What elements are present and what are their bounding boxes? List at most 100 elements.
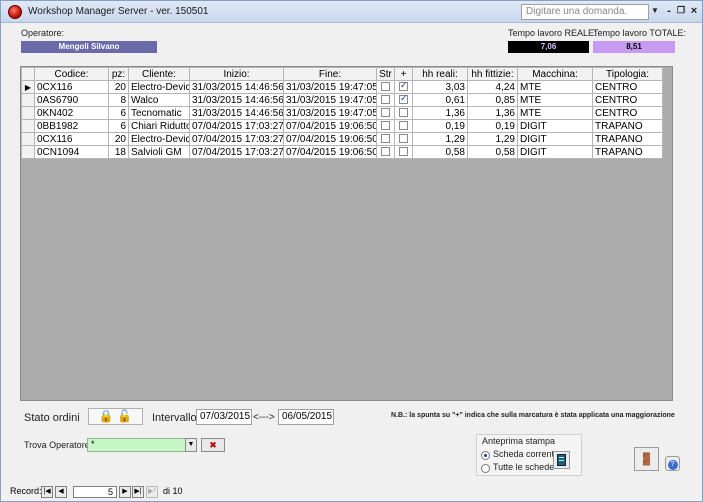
column-header[interactable]: Inizio: (189, 67, 284, 81)
cell-tipologia[interactable]: CENTRO (592, 80, 663, 94)
column-header[interactable]: Tipologia: (592, 67, 663, 81)
table-row[interactable]: 0CN1094 18 Salvioli GM 07/04/2015 17:03:27 0… (21, 145, 663, 159)
date-to-input[interactable]: 06/05/2015 (278, 409, 334, 425)
cell-macchina[interactable]: MTE (517, 106, 593, 120)
str-checkbox[interactable] (381, 95, 390, 105)
column-header[interactable]: hh reali: (412, 67, 468, 81)
cell-inizio[interactable]: 07/04/2015 17:03:27 (189, 119, 284, 133)
plus-checkbox[interactable] (399, 147, 408, 157)
record-number-input[interactable]: 5 (73, 486, 117, 498)
cell-tipologia[interactable]: TRAPANO (592, 145, 663, 159)
cell-hh-reali[interactable]: 3,03 (412, 80, 468, 94)
plus-checkbox[interactable] (399, 82, 408, 92)
cell-inizio[interactable]: 07/04/2015 17:03:27 (189, 145, 284, 159)
column-header[interactable]: pz: (108, 67, 129, 81)
str-checkbox[interactable] (381, 82, 390, 92)
minimize-button[interactable]: - (663, 5, 675, 17)
cell-cliente[interactable]: Salvioli GM (128, 145, 190, 159)
column-header[interactable]: Codice: (34, 67, 109, 81)
cell-inizio[interactable]: 31/03/2015 14:46:56 (189, 80, 284, 94)
date-from-input[interactable]: 07/03/2015 (196, 409, 252, 425)
cell-pz[interactable]: 18 (108, 145, 129, 159)
cell-hh-fittizie[interactable]: 0,58 (467, 145, 518, 159)
plus-checkbox[interactable] (399, 108, 408, 118)
row-selector[interactable] (21, 106, 35, 120)
cell-tipologia[interactable]: CENTRO (592, 106, 663, 120)
clear-filter-button[interactable]: ✖ (201, 438, 225, 452)
cell-cliente[interactable]: Tecnomatic (128, 106, 190, 120)
cell-fine[interactable]: 31/03/2015 19:47:05 (283, 93, 377, 107)
cell-hh-fittizie[interactable]: 1,29 (467, 132, 518, 146)
next-record-button[interactable]: ▶ (119, 486, 131, 498)
cell-tipologia[interactable]: TRAPANO (592, 132, 663, 146)
cell-macchina[interactable]: DIGIT (517, 119, 593, 133)
app-icon[interactable] (8, 5, 22, 19)
column-header[interactable]: hh fittizie: (467, 67, 518, 81)
ask-question-input[interactable]: Digitare una domanda. (521, 4, 649, 20)
column-header[interactable]: Cliente: (128, 67, 190, 81)
cell-tipologia[interactable]: CENTRO (592, 93, 663, 107)
str-checkbox[interactable] (381, 134, 390, 144)
table-row[interactable]: ▶0CX11620Electro-Device31/03/2015 14:46:… (21, 80, 663, 94)
cell-macchina[interactable]: DIGIT (517, 132, 593, 146)
table-row[interactable]: 0KN402 6 Tecnomatic 31/03/2015 14:46:56 31/0… (21, 106, 663, 120)
cell-hh-reali[interactable]: 0,19 (412, 119, 468, 133)
cell-fine[interactable]: 07/04/2015 19:06:50 (283, 119, 377, 133)
cell-fine[interactable]: 07/04/2015 19:06:50 (283, 145, 377, 159)
cell-codice[interactable]: 0KN402 (34, 106, 109, 120)
cell-codice[interactable]: 0CX116 (34, 132, 109, 146)
new-record-button[interactable]: ▶* (146, 486, 158, 498)
plus-checkbox[interactable] (399, 121, 408, 131)
row-selector[interactable] (21, 119, 35, 133)
help-button[interactable]: ? (665, 456, 680, 471)
cell-fine[interactable]: 31/03/2015 19:47:05 (283, 106, 377, 120)
column-header[interactable]: Macchina: (517, 67, 593, 81)
print-preview-button[interactable] (553, 451, 570, 469)
column-header[interactable]: Fine: (283, 67, 377, 81)
trova-operatore-input[interactable]: * (87, 438, 186, 452)
cell-pz[interactable]: 8 (108, 93, 129, 107)
prev-record-button[interactable]: ◀ (55, 486, 67, 498)
chevron-down-icon[interactable]: ▼ (651, 6, 659, 15)
cell-hh-reali[interactable]: 0,58 (412, 145, 468, 159)
cell-codice[interactable]: 0AS6790 (34, 93, 109, 107)
stato-ordini-toggle[interactable]: 🔒 🔓 (88, 408, 143, 425)
cell-cliente[interactable]: Electro-Device (128, 80, 190, 94)
exit-button[interactable]: 🚪 (634, 447, 659, 471)
cell-codice[interactable]: 0CX116 (34, 80, 109, 94)
row-selector[interactable] (21, 132, 35, 146)
cell-macchina[interactable]: MTE (517, 80, 593, 94)
cell-pz[interactable]: 6 (108, 106, 129, 120)
cell-hh-fittizie[interactable]: 0,19 (467, 119, 518, 133)
cell-pz[interactable]: 20 (108, 80, 129, 94)
str-checkbox[interactable] (381, 147, 390, 157)
plus-checkbox[interactable] (399, 134, 408, 144)
cell-pz[interactable]: 20 (108, 132, 129, 146)
cell-hh-fittizie[interactable]: 0,85 (467, 93, 518, 107)
cell-fine[interactable]: 31/03/2015 19:47:05 (283, 80, 377, 94)
cell-tipologia[interactable]: TRAPANO (592, 119, 663, 133)
table-row[interactable]: 0CX11620Electro-Device07/04/2015 17:03:2… (21, 132, 663, 146)
row-selector[interactable]: ▶ (21, 80, 35, 94)
cell-hh-reali[interactable]: 1,29 (412, 132, 468, 146)
cell-cliente[interactable]: Electro-Device (128, 132, 190, 146)
table-row[interactable]: 0AS6790 8 Walco 31/03/2015 14:46:56 31/03/20… (21, 93, 663, 107)
cell-hh-reali[interactable]: 0,61 (412, 93, 468, 107)
cell-pz[interactable]: 6 (108, 119, 129, 133)
last-record-button[interactable]: ▶| (132, 486, 144, 498)
cell-inizio[interactable]: 31/03/2015 14:46:56 (189, 93, 284, 107)
cell-fine[interactable]: 07/04/2015 19:06:50 (283, 132, 377, 146)
radio-scheda-corrente[interactable] (481, 449, 490, 461)
row-selector[interactable] (21, 93, 35, 107)
cell-codice[interactable]: 0BB1982 (34, 119, 109, 133)
close-button[interactable]: × (688, 5, 700, 17)
cell-inizio[interactable]: 31/03/2015 14:46:56 (189, 106, 284, 120)
column-header[interactable]: + (394, 67, 413, 81)
cell-inizio[interactable]: 07/04/2015 17:03:27 (189, 132, 284, 146)
lock-open-icon[interactable]: 🔓 (117, 409, 132, 423)
str-checkbox[interactable] (381, 108, 390, 118)
first-record-button[interactable]: |◀ (41, 486, 53, 498)
cell-hh-reali[interactable]: 1,36 (412, 106, 468, 120)
cell-hh-fittizie[interactable]: 4,24 (467, 80, 518, 94)
table-row[interactable]: 0BB19826Chiari Riduttori07/04/2015 17:03… (21, 119, 663, 133)
